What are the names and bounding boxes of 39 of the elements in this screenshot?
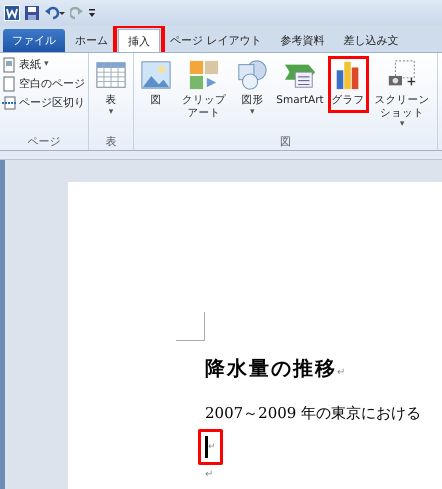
ribbon-button[interactable]: スクリーンショット ▾ (368, 56, 436, 134)
text-cursor (205, 436, 208, 458)
shapes-icon (236, 59, 268, 91)
ribbon-button[interactable]: グラフ (328, 56, 369, 113)
paragraph-mark: ↵ (205, 469, 214, 480)
ribbon-button[interactable]: 表 ▾ (91, 56, 131, 122)
ribbon-button[interactable]: 図 (136, 56, 176, 113)
paragraph-mark: ↵ (208, 442, 216, 452)
ribbon-button[interactable]: 表紙 (18, 56, 42, 73)
ribbon-button[interactable]: クリップアート (176, 56, 232, 126)
margin-corner-mark (176, 312, 205, 342)
ribbon-button[interactable]: ページ区切り (18, 94, 86, 111)
customize-toolbar-icon[interactable] (88, 7, 96, 19)
document-heading: 降水量の推移 (205, 355, 337, 382)
cover-page-icon[interactable] (2, 56, 16, 72)
save-icon[interactable] (24, 5, 40, 21)
clip-art-icon (188, 59, 220, 91)
page-break-icon[interactable] (2, 94, 16, 110)
group-label: ページ (26, 134, 62, 150)
blank-page-icon[interactable] (2, 76, 16, 92)
dropdown-arrow: ▾ (400, 120, 404, 130)
group-label: 図 (279, 134, 292, 150)
ribbon-tab[interactable]: ホーム (66, 29, 117, 52)
dropdown-arrow: ▾ (108, 108, 114, 117)
ribbon-tab[interactable]: 差し込み文 (334, 29, 408, 52)
file-tab[interactable]: ファイル (3, 29, 65, 52)
dropdown-arrow: ▾ (250, 108, 255, 117)
ribbon-button[interactable]: 空白のページ (18, 75, 86, 92)
body-text: 2007～2009 年の東京における (205, 404, 422, 424)
group-label: 表 (104, 134, 118, 150)
ribbon-button[interactable]: 図形 ▾ (232, 56, 272, 122)
ribbon-button[interactable]: SmartArt (272, 56, 328, 113)
word-logo-icon[interactable] (4, 5, 20, 21)
paragraph-mark: ↵ (337, 367, 346, 378)
dropdown-arrow[interactable]: ▾ (44, 60, 49, 69)
ribbon-tab[interactable]: 参考資料 (272, 29, 334, 52)
ribbon-tab[interactable]: ページ レイアウト (161, 29, 270, 52)
undo-icon[interactable] (44, 5, 66, 21)
picture-icon (140, 59, 172, 91)
